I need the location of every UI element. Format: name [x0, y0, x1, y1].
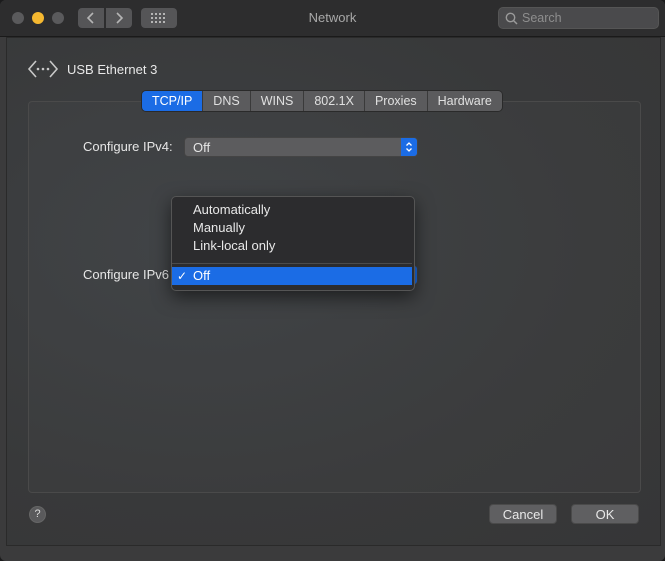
interface-name: USB Ethernet 3 — [67, 61, 158, 77]
interface-header: USB Ethernet 3 — [27, 59, 157, 79]
network-window: Network Search USB Ethernet 3 TCP/IP DNS — [0, 0, 665, 561]
ipv6-options-menu: Automatically Manually Link-local only ✓… — [171, 196, 415, 291]
configure-ipv4-label: Configure IPv4: — [83, 139, 173, 154]
tab-tcpip[interactable]: TCP/IP — [142, 91, 204, 111]
tab-bar: TCP/IP DNS WINS 802.1X Proxies Hardware — [142, 91, 502, 111]
checkmark-icon: ✓ — [177, 269, 188, 283]
settings-panel — [28, 101, 641, 493]
ok-button[interactable]: OK — [571, 504, 639, 524]
tab-dns[interactable]: DNS — [203, 91, 251, 111]
menu-item-off-label: Off — [193, 268, 211, 283]
search-input[interactable]: Search — [498, 7, 659, 29]
titlebar: Network Search — [0, 0, 665, 37]
tab-8021x[interactable]: 802.1X — [304, 91, 365, 111]
menu-separator — [172, 263, 412, 264]
help-button[interactable]: ? — [29, 506, 46, 523]
menu-item-automatically[interactable]: Automatically — [172, 201, 412, 219]
search-placeholder: Search — [522, 11, 562, 25]
menu-item-off[interactable]: ✓ Off — [172, 267, 412, 285]
tab-hardware[interactable]: Hardware — [427, 91, 502, 111]
tab-wins[interactable]: WINS — [250, 91, 305, 111]
network-content: USB Ethernet 3 TCP/IP DNS WINS 802.1X Pr… — [6, 37, 661, 546]
menu-item-link-local-only[interactable]: Link-local only — [172, 237, 412, 255]
configure-ipv6-label: Configure IPv6 — [83, 267, 169, 282]
menu-item-manually[interactable]: Manually — [172, 219, 412, 237]
cancel-button[interactable]: Cancel — [489, 504, 557, 524]
ethernet-icon — [27, 60, 59, 78]
configure-ipv4-value: Off — [193, 140, 211, 155]
search-icon — [505, 12, 518, 25]
select-stepper-icon — [401, 138, 417, 156]
tab-proxies[interactable]: Proxies — [364, 91, 428, 111]
configure-ipv4-select[interactable]: Off — [184, 137, 418, 157]
